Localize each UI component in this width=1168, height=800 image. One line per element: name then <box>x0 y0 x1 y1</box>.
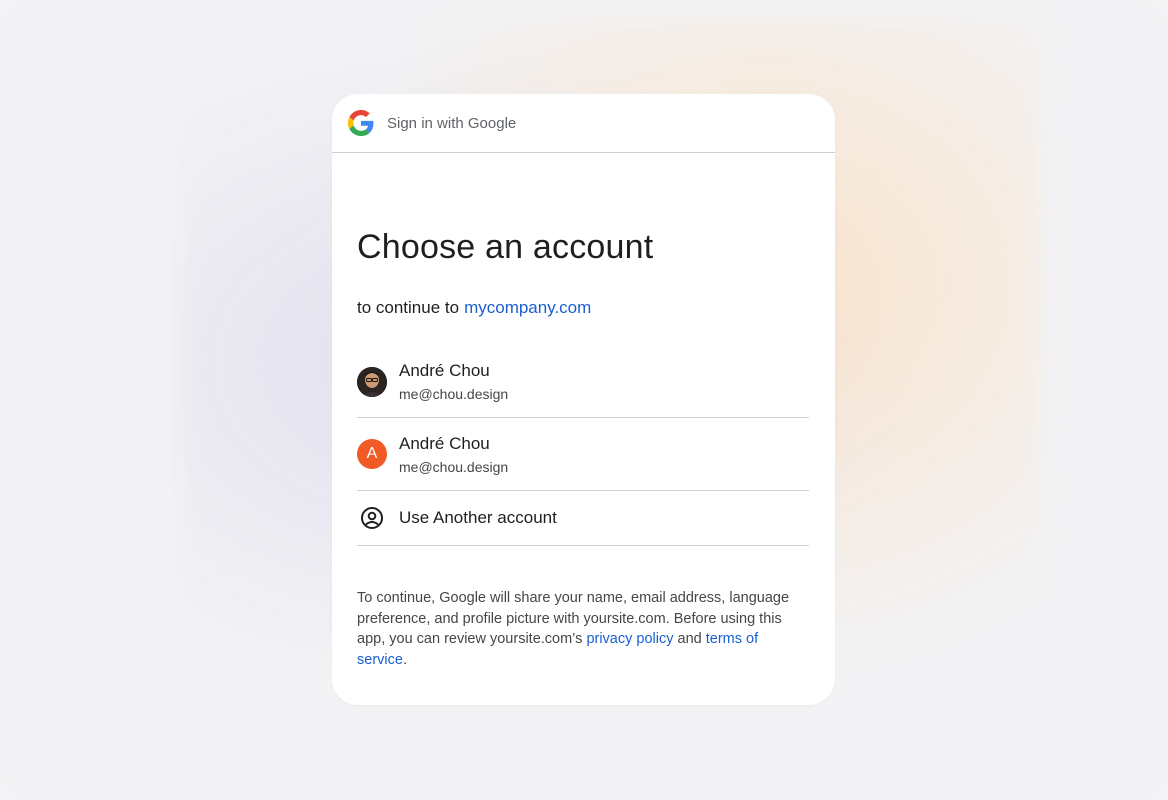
account-row-1[interactable]: André Chou me@chou.design <box>357 346 809 418</box>
page-background: Sign in with Google Choose an account to… <box>0 0 1168 800</box>
subtitle-prefix: to continue to <box>357 298 460 317</box>
account-name: André Chou <box>399 433 490 453</box>
use-another-account-button[interactable]: Use Another account <box>357 491 809 546</box>
account-list: André Chou me@chou.design A André Chou m… <box>357 346 809 546</box>
dialog-header-title: Sign in with Google <box>387 114 517 132</box>
privacy-policy-link[interactable]: privacy policy <box>586 631 673 647</box>
page-title: Choose an account <box>357 228 654 266</box>
account-circle-icon <box>357 503 387 533</box>
privacy-disclaimer: To continue, Google will share your name… <box>357 588 809 670</box>
use-another-account-label: Use Another account <box>399 508 557 527</box>
avatar: A <box>357 439 387 469</box>
account-row-2[interactable]: A André Chou me@chou.design <box>357 418 809 491</box>
account-text: André Chou me@chou.design <box>399 361 508 402</box>
disclaimer-end: . <box>402 651 407 668</box>
subtitle: to continue to mycompany.com <box>357 298 591 318</box>
sign-in-dialog: Sign in with Google Choose an account to… <box>332 94 835 705</box>
account-email: me@chou.design <box>399 458 509 475</box>
avatar <box>357 366 387 397</box>
site-link[interactable]: mycompany.com <box>464 298 591 317</box>
google-g-icon <box>348 110 374 136</box>
account-email: me@chou.design <box>399 386 509 402</box>
account-text: André Chou me@chou.design <box>399 434 508 475</box>
disclaimer-and: and <box>677 631 702 647</box>
account-name: André Chou <box>399 361 490 380</box>
dialog-header: Sign in with Google <box>332 94 835 153</box>
